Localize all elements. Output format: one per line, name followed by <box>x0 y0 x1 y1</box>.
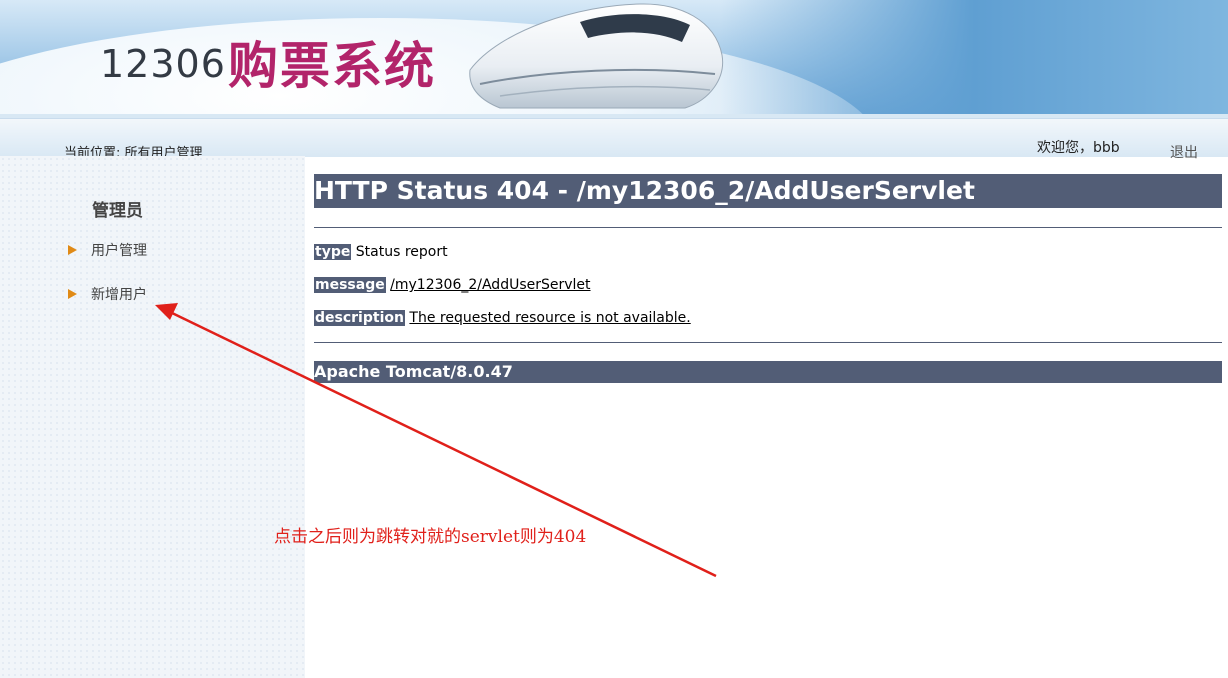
banner-gradient <box>720 0 1228 118</box>
description-value: The requested resource is not available. <box>409 310 691 326</box>
type-label: type <box>314 244 352 260</box>
sidebar-item-user-management[interactable]: 用户管理 <box>68 240 147 260</box>
logo-number: 12306 <box>100 42 226 86</box>
error-heading: HTTP Status 404 - /my12306_2/AddUserServ… <box>314 174 1222 208</box>
message-label: message <box>314 277 386 293</box>
annotation-text: 点击之后则为跳转对就的servlet则为404 <box>274 527 587 547</box>
header-banner: 12306 购票系统 <box>0 0 1228 118</box>
logout-link[interactable]: 退出 <box>1170 142 1198 162</box>
sidebar-title: 管理员 <box>92 201 143 221</box>
sidebar-item-label: 新增用户 <box>91 287 147 303</box>
divider <box>314 227 1222 228</box>
welcome-text: 欢迎您，bbb <box>1037 140 1120 156</box>
message-value: /my12306_2/AddUserServlet <box>390 277 591 293</box>
error-description-row: description The requested resource is no… <box>314 310 691 326</box>
sidebar <box>0 156 305 678</box>
divider <box>314 342 1222 343</box>
logo-title: 购票系统 <box>228 37 436 95</box>
sidebar-item-label: 用户管理 <box>91 243 147 259</box>
sidebar-item-add-user[interactable]: 新增用户 <box>68 284 147 304</box>
type-value: Status report <box>355 244 448 260</box>
train-image <box>469 3 724 109</box>
description-label: description <box>314 310 405 326</box>
error-message-row: message /my12306_2/AddUserServlet <box>314 277 591 293</box>
arrow-right-icon <box>68 245 77 255</box>
error-type-row: type Status report <box>314 244 448 260</box>
arrow-right-icon <box>68 289 77 299</box>
server-info: Apache Tomcat/8.0.47 <box>314 361 1222 383</box>
